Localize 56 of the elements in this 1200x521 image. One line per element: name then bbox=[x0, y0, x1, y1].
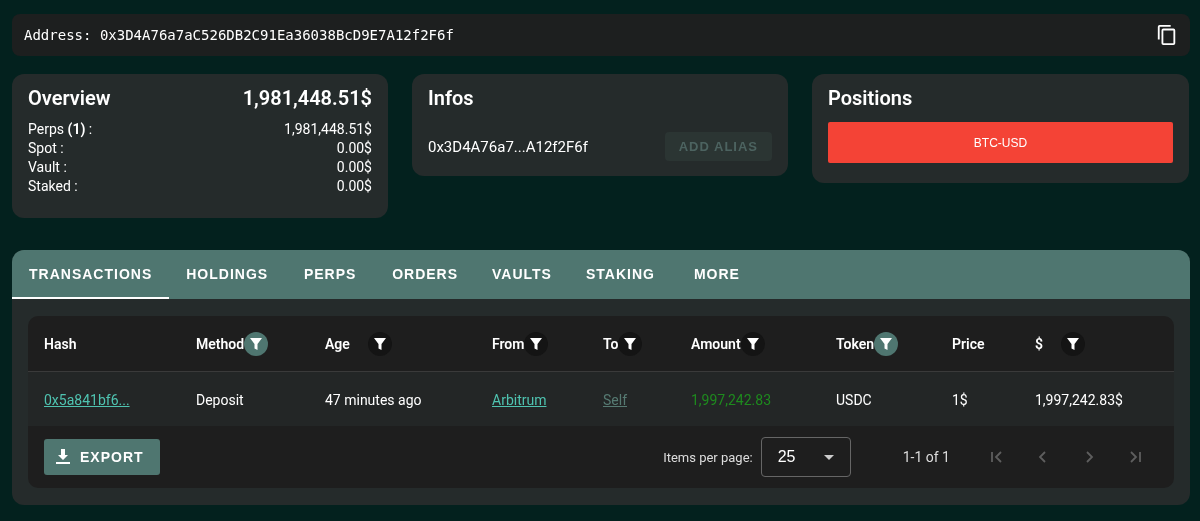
page-range: 1-1 of 1 bbox=[902, 449, 950, 465]
table-cell: USDC bbox=[836, 391, 872, 408]
balance-label: Vault : bbox=[28, 158, 67, 177]
balance-label: Perps (1) : bbox=[28, 120, 93, 139]
column-header: Hash bbox=[44, 335, 77, 352]
download-icon bbox=[56, 449, 70, 465]
card-title: Positions bbox=[828, 86, 914, 110]
balance-value: 1,981,448.51$ bbox=[284, 120, 372, 139]
tab[interactable]: HOLDINGS bbox=[169, 250, 286, 299]
skip-first-icon bbox=[989, 449, 1005, 465]
column-header: $ bbox=[1035, 335, 1043, 352]
tab[interactable]: ORDERS bbox=[375, 250, 476, 299]
column-header: From bbox=[492, 335, 525, 352]
table-cell: 1,997,242.83$ bbox=[1035, 391, 1123, 408]
balance-value: 0.00$ bbox=[336, 158, 372, 177]
column-header: To bbox=[603, 335, 619, 352]
card-title: Overview bbox=[28, 86, 111, 110]
address-text: Address: 0x3D4A76a7aC526DB2C91Ea36038BcD9E7A12f2F6f bbox=[24, 27, 454, 43]
filter-icon[interactable] bbox=[740, 331, 765, 356]
column-header: Token bbox=[836, 335, 875, 352]
table-cell: 1$ bbox=[952, 391, 968, 408]
tab[interactable]: PERPS bbox=[285, 250, 376, 299]
balance-value: 0.00$ bbox=[336, 139, 372, 158]
filter-icon[interactable] bbox=[1061, 331, 1085, 356]
position-button[interactable]: BTC-USD bbox=[828, 122, 1173, 163]
filter-icon[interactable] bbox=[524, 331, 549, 356]
filter-icon[interactable] bbox=[367, 331, 392, 356]
balance-label: Spot : bbox=[28, 139, 64, 158]
balance-label: Staked : bbox=[28, 177, 78, 196]
caret-icon bbox=[823, 454, 834, 460]
table-cell: 47 minutes ago bbox=[325, 391, 422, 408]
page-size-select[interactable]: 25 bbox=[760, 437, 851, 477]
filter-icon[interactable] bbox=[874, 331, 899, 356]
column-header: Method bbox=[196, 335, 245, 352]
card-title: Infos bbox=[428, 86, 475, 110]
tab[interactable]: STAKING bbox=[568, 250, 672, 299]
copy-icon[interactable] bbox=[1156, 24, 1178, 46]
total-value: 1,981,448.51$ bbox=[242, 86, 372, 110]
table-link[interactable]: Self bbox=[603, 391, 627, 408]
table-link[interactable]: 0x5a841bf6... bbox=[44, 391, 130, 408]
short-address: 0x3D4A76a7...A12f2F6f bbox=[428, 137, 588, 156]
column-header: Price bbox=[952, 335, 985, 352]
table-cell: 1,997,242.83 bbox=[691, 391, 771, 408]
tab[interactable]: VAULTS bbox=[475, 250, 569, 299]
column-header: Amount bbox=[691, 335, 741, 352]
tab[interactable]: TRANSACTIONS bbox=[12, 250, 170, 299]
items-per-page-label: Items per page: bbox=[663, 449, 753, 465]
filter-icon[interactable] bbox=[244, 331, 269, 356]
tab[interactable]: MORE bbox=[671, 250, 762, 299]
table-link[interactable]: Arbitrum bbox=[492, 391, 547, 408]
column-header: Age bbox=[325, 335, 350, 352]
table-cell: Deposit bbox=[196, 391, 244, 408]
filter-icon[interactable] bbox=[618, 331, 643, 356]
balance-value: 0.00$ bbox=[336, 177, 372, 196]
export-button[interactable]: EXPORT bbox=[44, 439, 160, 475]
skip-last-icon bbox=[1127, 449, 1143, 465]
